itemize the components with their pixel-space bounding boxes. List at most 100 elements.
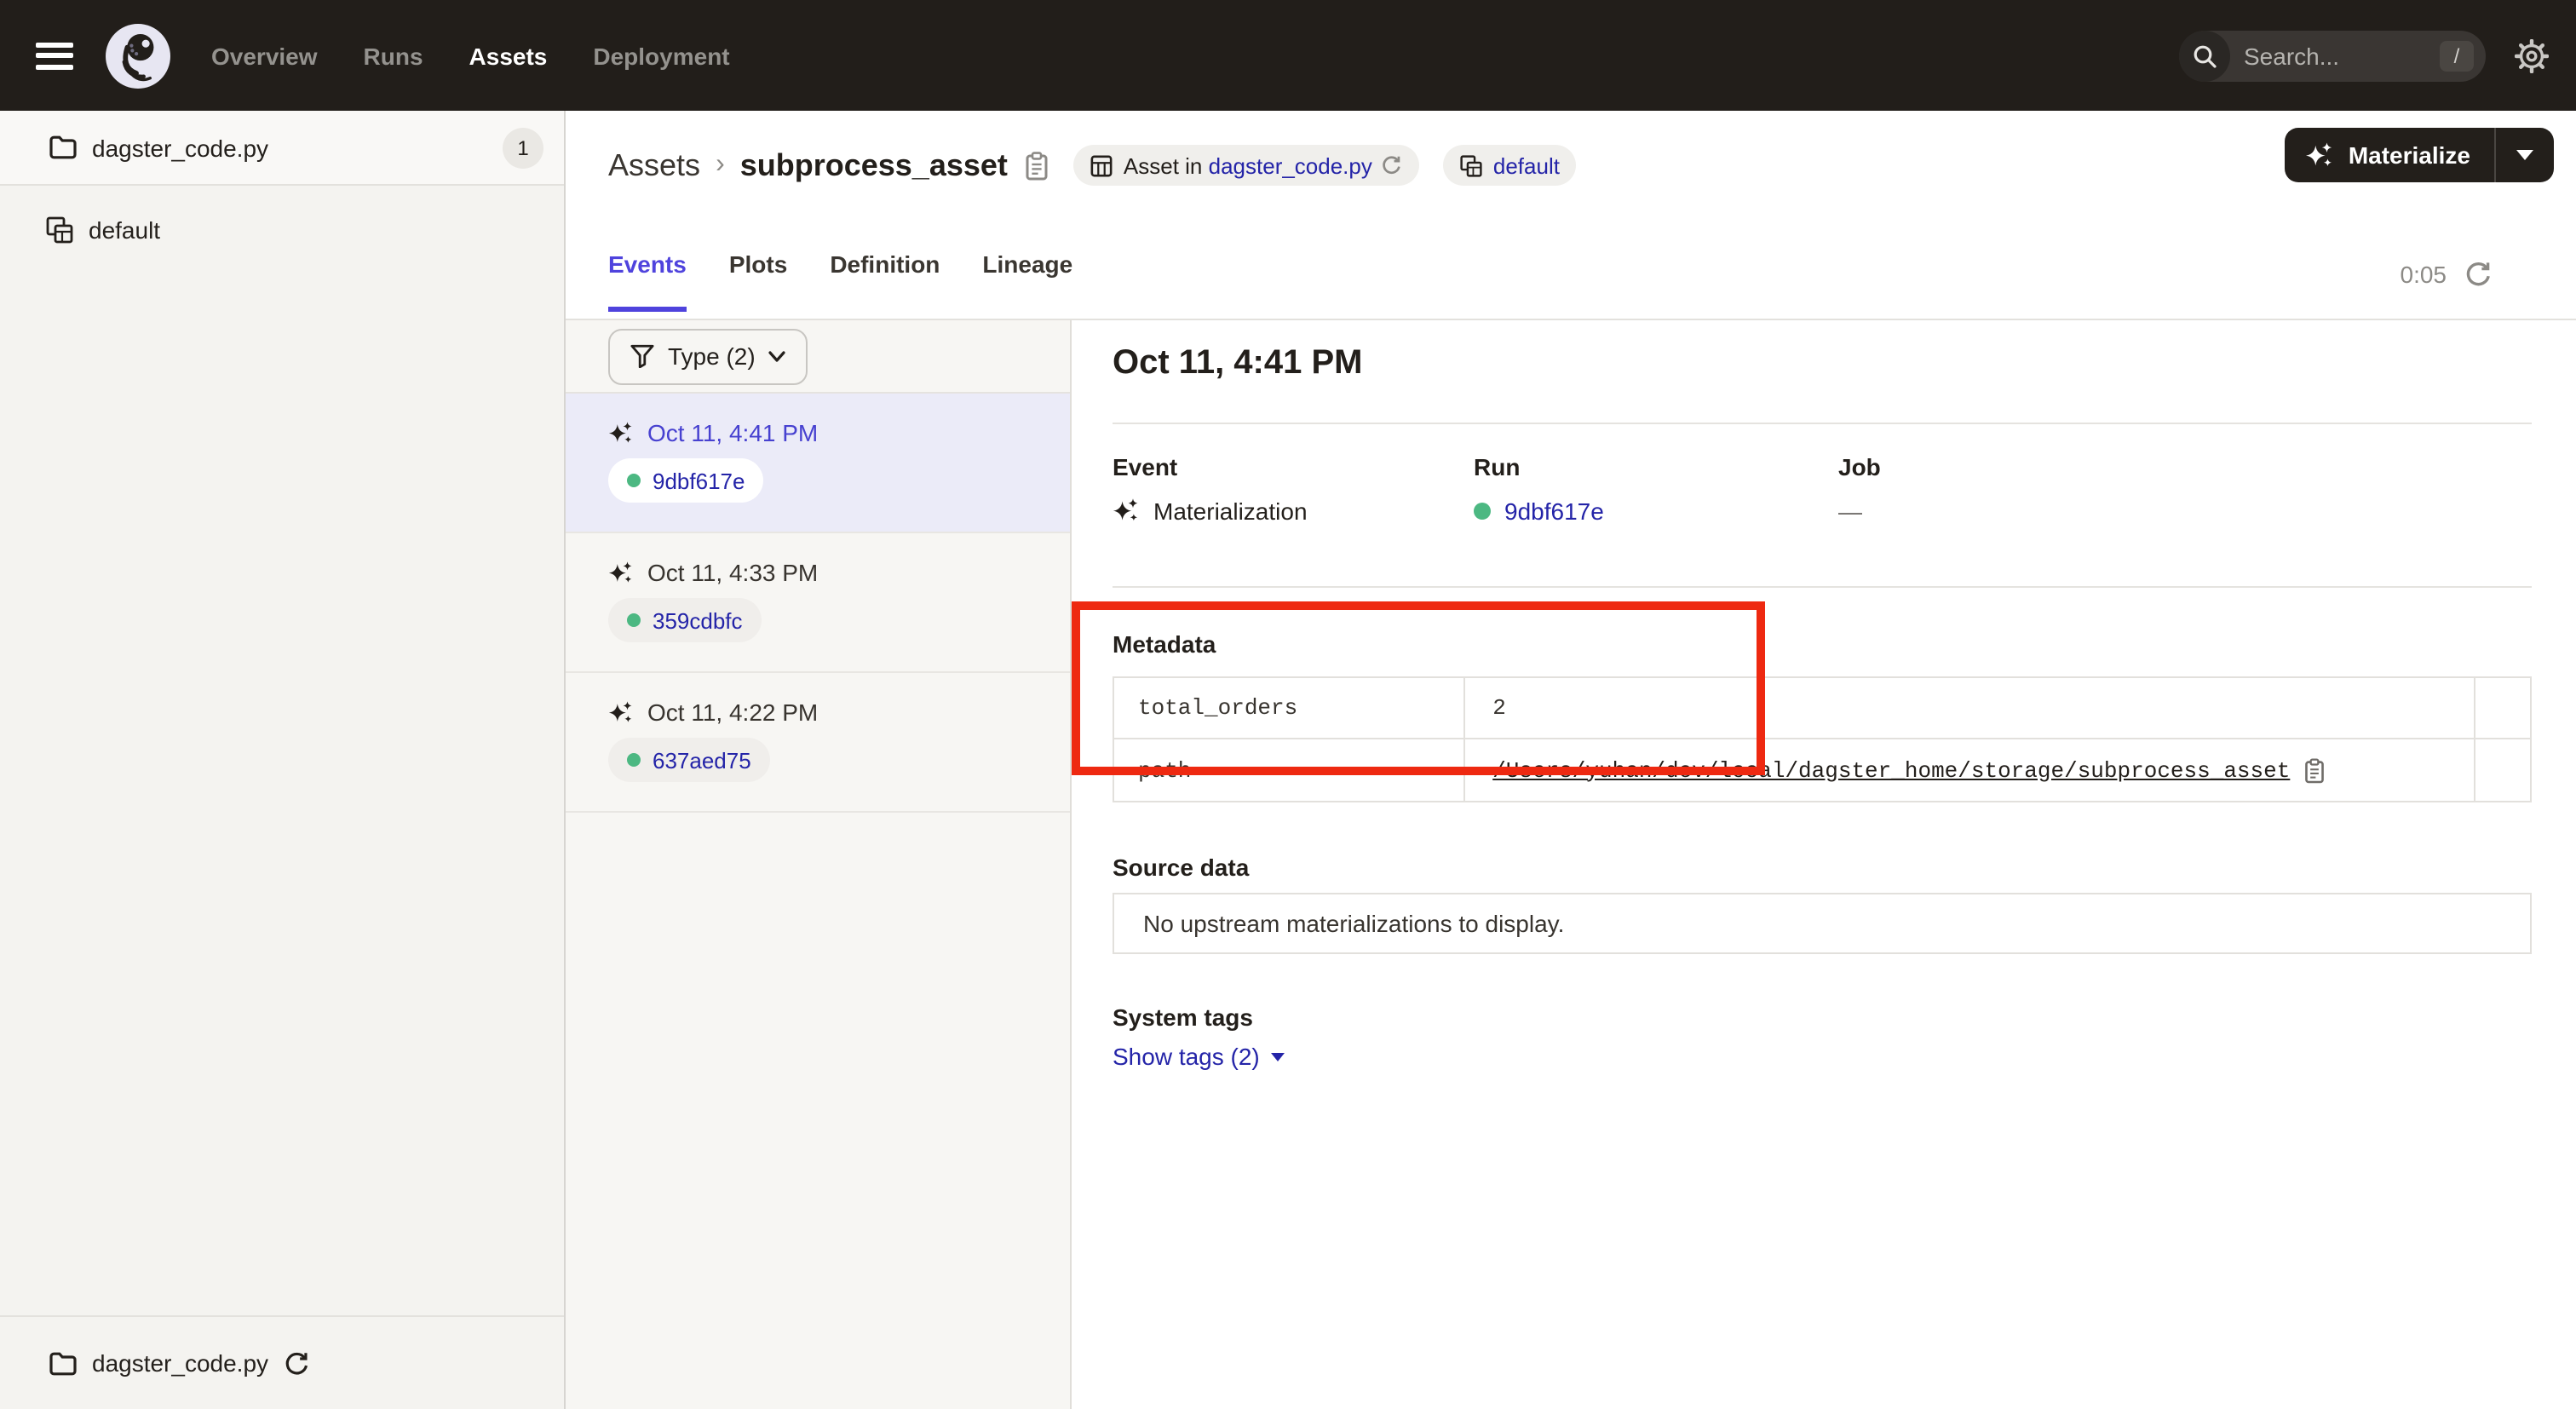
page-title: subprocess_asset	[740, 147, 1008, 183]
tab-plots[interactable]: Plots	[729, 250, 787, 312]
source-data-section-label: Source data	[1113, 854, 1249, 881]
source-data-empty-box: No upstream materializations to display.	[1113, 893, 2532, 954]
event-timestamp: Oct 11, 4:33 PM	[647, 559, 818, 586]
nav-item-overview[interactable]: Overview	[211, 42, 318, 69]
nav-item-runs[interactable]: Runs	[364, 42, 423, 69]
search-input[interactable]	[2244, 42, 2414, 69]
metadata-table: total_orders 2 path /Users/yuhan/dev/loc…	[1113, 676, 2532, 802]
copy-asset-name-icon[interactable]	[1025, 151, 1050, 180]
dagster-logo[interactable]	[106, 23, 170, 88]
chevron-down-icon	[2516, 150, 2533, 160]
materialization-sparkle-icon	[608, 560, 634, 585]
materialize-split-button: Materialize	[2286, 128, 2554, 182]
event-type-value: Materialization	[1153, 497, 1308, 525]
table-row: path /Users/yuhan/dev/local/dagster_home…	[1114, 738, 2530, 801]
search-icon	[2179, 30, 2230, 81]
sidebar-item-code-location[interactable]: dagster_code.py 1	[0, 111, 564, 186]
settings-gear-icon[interactable]	[2515, 38, 2549, 72]
asset-group-icon	[46, 216, 73, 244]
refresh-icon[interactable]	[2465, 261, 2493, 288]
events-list-panel: Type (2) Oct 11, 4:41 PM 9dbf617e	[566, 320, 1072, 1409]
storage-path-link[interactable]: /Users/yuhan/dev/local/dagster_home/stor…	[1492, 757, 2290, 783]
global-search[interactable]: /	[2179, 30, 2486, 81]
chip-refresh-icon[interactable]	[1383, 155, 1403, 175]
run-success-dot	[627, 753, 641, 767]
nav-item-assets[interactable]: Assets	[469, 42, 548, 69]
sidebar-footer-label: dagster_code.py	[92, 1349, 268, 1377]
search-shortcut-badge: /	[2440, 40, 2474, 71]
copy-path-icon[interactable]	[2303, 757, 2326, 783]
hamburger-menu-icon[interactable]	[36, 42, 73, 69]
metadata-section-label: Metadata	[1113, 630, 1216, 658]
breadcrumb-separator: ›	[716, 150, 725, 181]
materialize-label: Materialize	[2349, 141, 2470, 169]
show-tags-label: Show tags (2)	[1113, 1043, 1260, 1070]
asset-in-label: Asset in	[1124, 152, 1209, 178]
filter-funnel-icon	[630, 344, 654, 368]
chevron-down-icon	[769, 350, 786, 362]
metadata-key-cell: total_orders	[1114, 678, 1465, 738]
nav-item-deployment[interactable]: Deployment	[593, 42, 729, 69]
metadata-value-cell: 2	[1465, 678, 2475, 738]
run-success-dot	[627, 474, 641, 487]
group-default-link[interactable]: default	[1493, 152, 1560, 178]
asset-tabs: Events Plots Definition Lineage	[608, 250, 1072, 312]
tab-events[interactable]: Events	[608, 250, 687, 312]
metadata-extra-cell	[2475, 678, 2530, 738]
asset-group-chip: default	[1444, 145, 1577, 186]
asset-location-chip: Asset in dagster_code.py	[1074, 145, 1420, 186]
materialize-button[interactable]: Materialize	[2286, 141, 2494, 170]
run-id-link[interactable]: 637aed75	[653, 747, 751, 773]
event-list-item[interactable]: Oct 11, 4:22 PM 637aed75	[566, 673, 1070, 813]
event-timestamp: Oct 11, 4:41 PM	[647, 419, 818, 446]
folder-icon	[49, 1350, 77, 1376]
divider	[1113, 586, 2532, 588]
sidebar-item-group-default[interactable]: default	[0, 196, 564, 264]
source-data-empty-text: No upstream materializations to display.	[1143, 910, 1564, 937]
system-tags-section-label: System tags	[1113, 1004, 1253, 1031]
run-id-link[interactable]: 359cdbfc	[653, 607, 743, 633]
job-empty-value: —	[1838, 497, 1862, 525]
caret-down-icon	[1272, 1052, 1285, 1061]
event-detail-panel: Oct 11, 4:41 PM Event Materialization Ru…	[1073, 320, 2576, 1409]
event-list-item[interactable]: Oct 11, 4:33 PM 359cdbfc	[566, 533, 1070, 673]
event-detail-title: Oct 11, 4:41 PM	[1113, 344, 1363, 383]
run-id-pill[interactable]: 9dbf617e	[608, 458, 763, 503]
type-filter-button[interactable]: Type (2)	[608, 328, 808, 384]
run-success-dot	[1474, 503, 1491, 520]
reload-code-location-icon[interactable]	[284, 1350, 309, 1376]
asset-groups-sidebar: dagster_code.py 1 default dagster_code.p…	[0, 111, 566, 1409]
run-id-pill[interactable]: 359cdbfc	[608, 598, 762, 642]
job-column-label: Job	[1838, 453, 1881, 480]
sparkle-icon	[2306, 141, 2335, 170]
sidebar-item-label: default	[89, 216, 160, 244]
breadcrumb-assets-link[interactable]: Assets	[608, 147, 700, 183]
show-tags-toggle[interactable]: Show tags (2)	[1113, 1043, 1285, 1070]
asset-group-icon	[1461, 154, 1483, 176]
materialization-sparkle-icon	[608, 420, 634, 446]
divider	[1113, 423, 2532, 424]
asset-count-badge: 1	[503, 127, 543, 168]
event-column-label: Event	[1113, 453, 1308, 480]
run-column-label: Run	[1474, 453, 1604, 480]
folder-icon	[49, 135, 77, 160]
refresh-countdown: 0:05	[2401, 261, 2447, 288]
sidebar-footer-code-location[interactable]: dagster_code.py	[0, 1315, 564, 1409]
asset-header: Assets › subprocess_asset Asset in dagst…	[566, 111, 2576, 320]
events-filter-bar: Type (2)	[566, 320, 1070, 394]
type-filter-label: Type (2)	[668, 342, 756, 370]
materialize-dropdown-button[interactable]	[2496, 150, 2554, 160]
run-id-link[interactable]: 9dbf617e	[653, 468, 745, 493]
run-id-pill[interactable]: 637aed75	[608, 738, 770, 782]
event-timestamp: Oct 11, 4:22 PM	[647, 699, 818, 726]
table-row: total_orders 2	[1114, 678, 2530, 738]
asset-table-icon	[1091, 154, 1113, 176]
run-id-link[interactable]: 9dbf617e	[1504, 497, 1604, 525]
tab-definition[interactable]: Definition	[830, 250, 940, 312]
auto-refresh-timer: 0:05	[2401, 261, 2493, 288]
metadata-extra-cell	[2475, 739, 2530, 801]
event-list-item[interactable]: Oct 11, 4:41 PM 9dbf617e	[566, 394, 1070, 533]
primary-nav: Overview Runs Assets Deployment	[211, 42, 730, 69]
tab-lineage[interactable]: Lineage	[982, 250, 1072, 312]
code-location-link[interactable]: dagster_code.py	[1209, 152, 1372, 178]
